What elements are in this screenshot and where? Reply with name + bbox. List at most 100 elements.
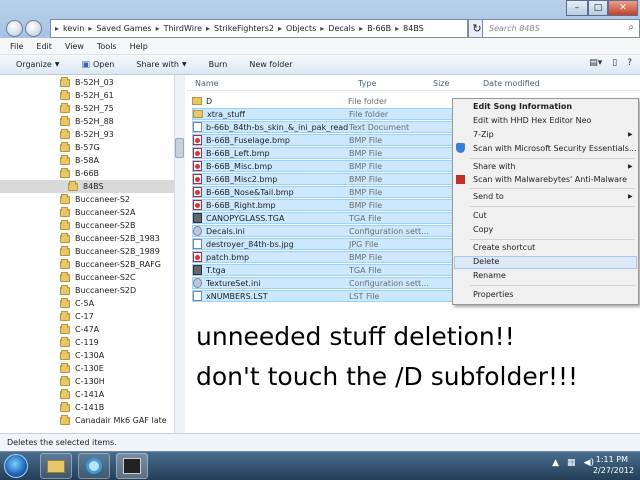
- breadcrumb-thirdwire[interactable]: ThirdWire: [164, 24, 202, 33]
- maximize-button[interactable]: □: [588, 0, 608, 16]
- column-name[interactable]: Name: [195, 79, 219, 88]
- nav-tree-item[interactable]: C-130A: [0, 349, 180, 362]
- file-row[interactable]: D File folder: [192, 95, 454, 107]
- file-row[interactable]: B-66B_Nose&Tail.bmp BMP File: [192, 186, 454, 198]
- new-folder-button[interactable]: New folder: [249, 60, 292, 69]
- file-row[interactable]: CANOPYGLASS.TGA TGA File: [192, 212, 454, 224]
- close-button[interactable]: ✕: [608, 0, 638, 16]
- column-size[interactable]: Size: [433, 79, 449, 88]
- menu-file[interactable]: File: [10, 42, 23, 51]
- nav-tree-item[interactable]: C-17: [0, 310, 180, 323]
- file-row[interactable]: Decals.ini Configuration sett...: [192, 225, 454, 237]
- nav-scrollbar[interactable]: [174, 75, 185, 433]
- taskbar-explorer-button[interactable]: [40, 453, 72, 479]
- menu-send-to[interactable]: Send to: [473, 192, 504, 201]
- file-row[interactable]: b-66b_84th-bs_skin_&_ini_pak_readme.txtT…: [192, 121, 454, 133]
- taskbar-app-button[interactable]: [116, 453, 148, 479]
- menu-rename[interactable]: Rename: [473, 271, 506, 280]
- nav-tree-item[interactable]: B-58A: [0, 154, 180, 167]
- menu-edit-song-information[interactable]: Edit Song Information: [473, 102, 572, 111]
- breadcrumb-kevin[interactable]: kevin: [63, 24, 84, 33]
- menu-share-with[interactable]: Share with: [473, 162, 516, 171]
- menu-7zip[interactable]: 7-Zip: [473, 130, 494, 139]
- menu-view[interactable]: View: [65, 42, 84, 51]
- nav-tree-item[interactable]: C-130E: [0, 362, 180, 375]
- start-button[interactable]: [4, 454, 28, 478]
- file-row[interactable]: T.tga TGA File: [192, 264, 454, 276]
- menu-create-shortcut[interactable]: Create shortcut: [473, 243, 535, 252]
- nav-tree-item[interactable]: Buccaneer-S2: [0, 193, 180, 206]
- tray-expand-icon[interactable]: ▲: [552, 458, 559, 468]
- file-name-cell: b-66b_84th-bs_skin_&_ini_pak_readme.txt: [193, 122, 349, 132]
- open-button[interactable]: ▣ Open: [81, 60, 114, 70]
- breadcrumb-b-66b[interactable]: B-66B: [367, 24, 391, 33]
- nav-tree-item[interactable]: Buccaneer-S2D: [0, 284, 180, 297]
- menu-cut[interactable]: Cut: [473, 211, 487, 220]
- nav-tree-item[interactable]: B-52H_88: [0, 115, 180, 128]
- nav-tree-item[interactable]: C-141B: [0, 401, 180, 414]
- nav-tree-item[interactable]: C-141A: [0, 388, 180, 401]
- file-row[interactable]: TextureSet.ini Configuration sett...: [192, 277, 454, 289]
- nav-tree-item[interactable]: Buccaneer-S2A: [0, 206, 180, 219]
- nav-tree-item[interactable]: B-52H_75: [0, 102, 180, 115]
- breadcrumb-strikefighters2[interactable]: StrikeFighters2: [214, 24, 274, 33]
- column-date-modified[interactable]: Date modified: [483, 79, 540, 88]
- nav-tree-item[interactable]: C-119: [0, 336, 180, 349]
- nav-tree-item[interactable]: C-47A: [0, 323, 180, 336]
- file-row[interactable]: B-66B_Misc2.bmp BMP File: [192, 173, 454, 185]
- clock-date[interactable]: 2/27/2012: [593, 466, 634, 475]
- nav-tree-item[interactable]: Buccaneer-S2B: [0, 219, 180, 232]
- nav-tree-item[interactable]: B-52H_03: [0, 76, 180, 89]
- menu-properties[interactable]: Properties: [473, 290, 513, 299]
- breadcrumb-84bs[interactable]: 84BS: [403, 24, 424, 33]
- clock-time[interactable]: 1:11 PM: [596, 455, 628, 464]
- view-options-icon[interactable]: ▤▾: [589, 58, 602, 68]
- organize-button[interactable]: Organize ▼: [16, 60, 59, 69]
- share-with-button[interactable]: Share with ▼: [136, 60, 186, 69]
- tray-network-icon[interactable]: ▦: [567, 458, 576, 468]
- nav-tree-item[interactable]: B-52H_93: [0, 128, 180, 141]
- taskbar-ie-button[interactable]: [78, 453, 110, 479]
- burn-button[interactable]: Burn: [209, 60, 228, 69]
- menu-edit-hhd-hex-editor[interactable]: Edit with HHD Hex Editor Neo: [473, 116, 591, 125]
- nav-tree-item[interactable]: C-130H: [0, 375, 180, 388]
- search-input[interactable]: Search 84BS: [482, 19, 640, 38]
- nav-tree-item[interactable]: B-52H_61: [0, 89, 180, 102]
- menu-scan-malwarebytes[interactable]: Scan with Malwarebytes' Anti-Malware: [473, 175, 627, 184]
- file-row[interactable]: patch.bmp BMP File: [192, 251, 454, 263]
- nav-tree-item[interactable]: Buccaneer-S2B_1983: [0, 232, 180, 245]
- breadcrumb-objects[interactable]: Objects: [286, 24, 316, 33]
- help-icon[interactable]: ?: [627, 58, 632, 68]
- minimize-button[interactable]: –: [566, 0, 588, 16]
- address-bar[interactable]: ▸ kevin ▸ Saved Games ▸ ThirdWire ▸ StrikeF…: [50, 19, 468, 38]
- menu-edit[interactable]: Edit: [36, 42, 52, 51]
- preview-pane-icon[interactable]: ▯: [612, 58, 617, 68]
- menu-delete[interactable]: Delete: [473, 257, 499, 266]
- file-row[interactable]: B-66B_Right.bmp BMP File: [192, 199, 454, 211]
- menu-tools[interactable]: Tools: [97, 42, 117, 51]
- nav-scrollbar-thumb[interactable]: [175, 138, 184, 158]
- nav-tree-item[interactable]: C-5A: [0, 297, 180, 310]
- nav-tree-item[interactable]: B-57G: [0, 141, 180, 154]
- nav-tree-item[interactable]: Buccaneer-S2C: [0, 271, 180, 284]
- menu-copy[interactable]: Copy: [473, 225, 493, 234]
- file-row[interactable]: destroyer_84th-bs.jpg JPG File: [192, 238, 454, 250]
- nav-tree-item[interactable]: B-66B: [0, 167, 180, 180]
- menu-help[interactable]: Help: [130, 42, 148, 51]
- breadcrumb-saved-games[interactable]: Saved Games: [96, 24, 151, 33]
- file-row[interactable]: B-66B_Fuselage.bmp BMP File: [192, 134, 454, 146]
- back-button[interactable]: [6, 20, 23, 37]
- file-row[interactable]: B-66B_Left.bmp BMP File: [192, 147, 454, 159]
- file-row[interactable]: B-66B_Misc.bmp BMP File: [192, 160, 454, 172]
- file-row[interactable]: xNUMBERS.LST LST File: [192, 290, 454, 302]
- file-type: BMP File: [349, 200, 383, 210]
- nav-tree-item[interactable]: Buccaneer-S2B_1989: [0, 245, 180, 258]
- column-type[interactable]: Type: [358, 79, 376, 88]
- breadcrumb-decals[interactable]: Decals: [328, 24, 355, 33]
- file-row[interactable]: xtra_stuff File folder: [192, 108, 454, 120]
- menu-scan-security-essentials[interactable]: Scan with Microsoft Security Essentials.…: [473, 144, 637, 153]
- nav-tree-item[interactable]: Canadair Mk6 GAF late: [0, 414, 180, 427]
- nav-tree-item[interactable]: Buccaneer-S2B_RAFG: [0, 258, 180, 271]
- nav-tree-item[interactable]: 84BS: [0, 180, 180, 193]
- forward-button[interactable]: [25, 20, 42, 37]
